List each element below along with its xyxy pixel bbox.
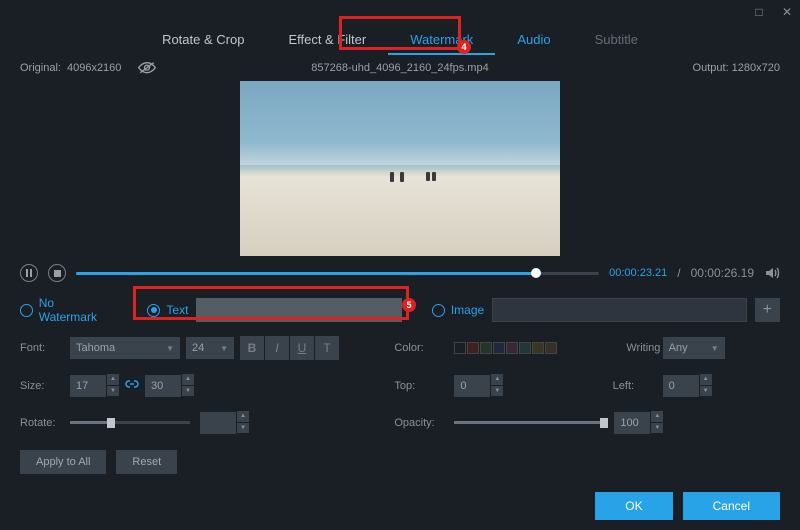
color-swatch[interactable]	[467, 342, 479, 354]
video-preview	[240, 81, 560, 256]
time-current: 00:00:23.21	[609, 267, 667, 279]
color-swatch[interactable]	[493, 342, 505, 354]
time-total: 00:00:26.19	[691, 266, 754, 280]
tab-watermark[interactable]: Watermark	[388, 26, 495, 55]
tab-audio[interactable]: Audio	[495, 26, 572, 55]
underline-button[interactable]: U	[290, 336, 314, 360]
size-label: Size:	[20, 380, 70, 392]
top-input[interactable]: 0▲▼	[454, 374, 612, 397]
size-width-input[interactable]: 17▲▼	[70, 374, 119, 397]
color-swatch[interactable]	[545, 342, 557, 354]
color-swatch[interactable]	[480, 342, 492, 354]
tab-rotate-crop[interactable]: Rotate & Crop	[140, 26, 266, 55]
color-swatches	[454, 342, 612, 354]
stop-button[interactable]	[48, 264, 66, 282]
reset-button[interactable]: Reset	[116, 450, 177, 474]
strike-button[interactable]: T	[315, 336, 339, 360]
opacity-label: Opacity:	[394, 417, 454, 429]
color-swatch[interactable]	[519, 342, 531, 354]
output-value: 1280x720	[732, 62, 780, 74]
annotation-badge-5: 5	[402, 298, 416, 312]
writing-systems-select[interactable]: Any▼	[663, 337, 725, 359]
bold-button[interactable]: B	[240, 336, 264, 360]
radio-no-watermark[interactable]: No Watermark	[20, 296, 114, 324]
rotate-label: Rotate:	[20, 417, 70, 429]
maximize-button[interactable]: □	[752, 5, 766, 19]
opacity-slider[interactable]	[454, 421, 604, 424]
radio-text[interactable]: Text	[147, 303, 188, 317]
color-swatch[interactable]	[532, 342, 544, 354]
color-swatch[interactable]	[506, 342, 518, 354]
watermark-image-path[interactable]	[492, 298, 746, 322]
watermark-text-input[interactable]	[196, 298, 402, 322]
top-label: Top:	[394, 380, 454, 392]
filename: 857268-uhd_4096_2160_24fps.mp4	[311, 62, 488, 74]
ok-button[interactable]: OK	[595, 492, 672, 520]
color-label: Color:	[394, 342, 454, 354]
seek-bar[interactable]	[76, 272, 599, 275]
font-label: Font:	[20, 342, 70, 354]
italic-button[interactable]: I	[265, 336, 289, 360]
left-label: Left:	[613, 380, 663, 392]
tab-subtitle[interactable]: Subtitle	[573, 26, 660, 55]
radio-image[interactable]: Image	[432, 303, 484, 317]
tab-bar: Rotate & Crop Effect & Filter Watermark …	[0, 26, 800, 55]
color-swatch[interactable]	[454, 342, 466, 354]
output-label: Output:	[693, 62, 729, 74]
visibility-icon[interactable]	[137, 61, 157, 75]
opacity-input[interactable]: 100▲▼	[614, 411, 663, 434]
font-size-select[interactable]: 24▼	[186, 337, 234, 359]
left-input[interactable]: 0▲▼	[663, 374, 780, 397]
original-value: 4096x2160	[67, 62, 121, 74]
annotation-badge-4: 4	[457, 40, 471, 54]
rotate-slider[interactable]	[70, 421, 190, 424]
link-icon[interactable]	[125, 377, 139, 394]
font-family-select[interactable]: Tahoma▼	[70, 337, 180, 359]
apply-all-button[interactable]: Apply to All	[20, 450, 106, 474]
size-height-input[interactable]: 30▲▼	[145, 374, 194, 397]
pause-button[interactable]	[20, 264, 38, 282]
add-image-button[interactable]: +	[755, 298, 780, 322]
volume-icon[interactable]	[764, 265, 780, 281]
cancel-button[interactable]: Cancel	[683, 492, 780, 520]
original-label: Original:	[20, 62, 61, 74]
close-button[interactable]: ✕	[780, 5, 794, 19]
tab-effect-filter[interactable]: Effect & Filter	[266, 26, 388, 55]
rotate-input[interactable]: ▲▼	[200, 411, 249, 434]
